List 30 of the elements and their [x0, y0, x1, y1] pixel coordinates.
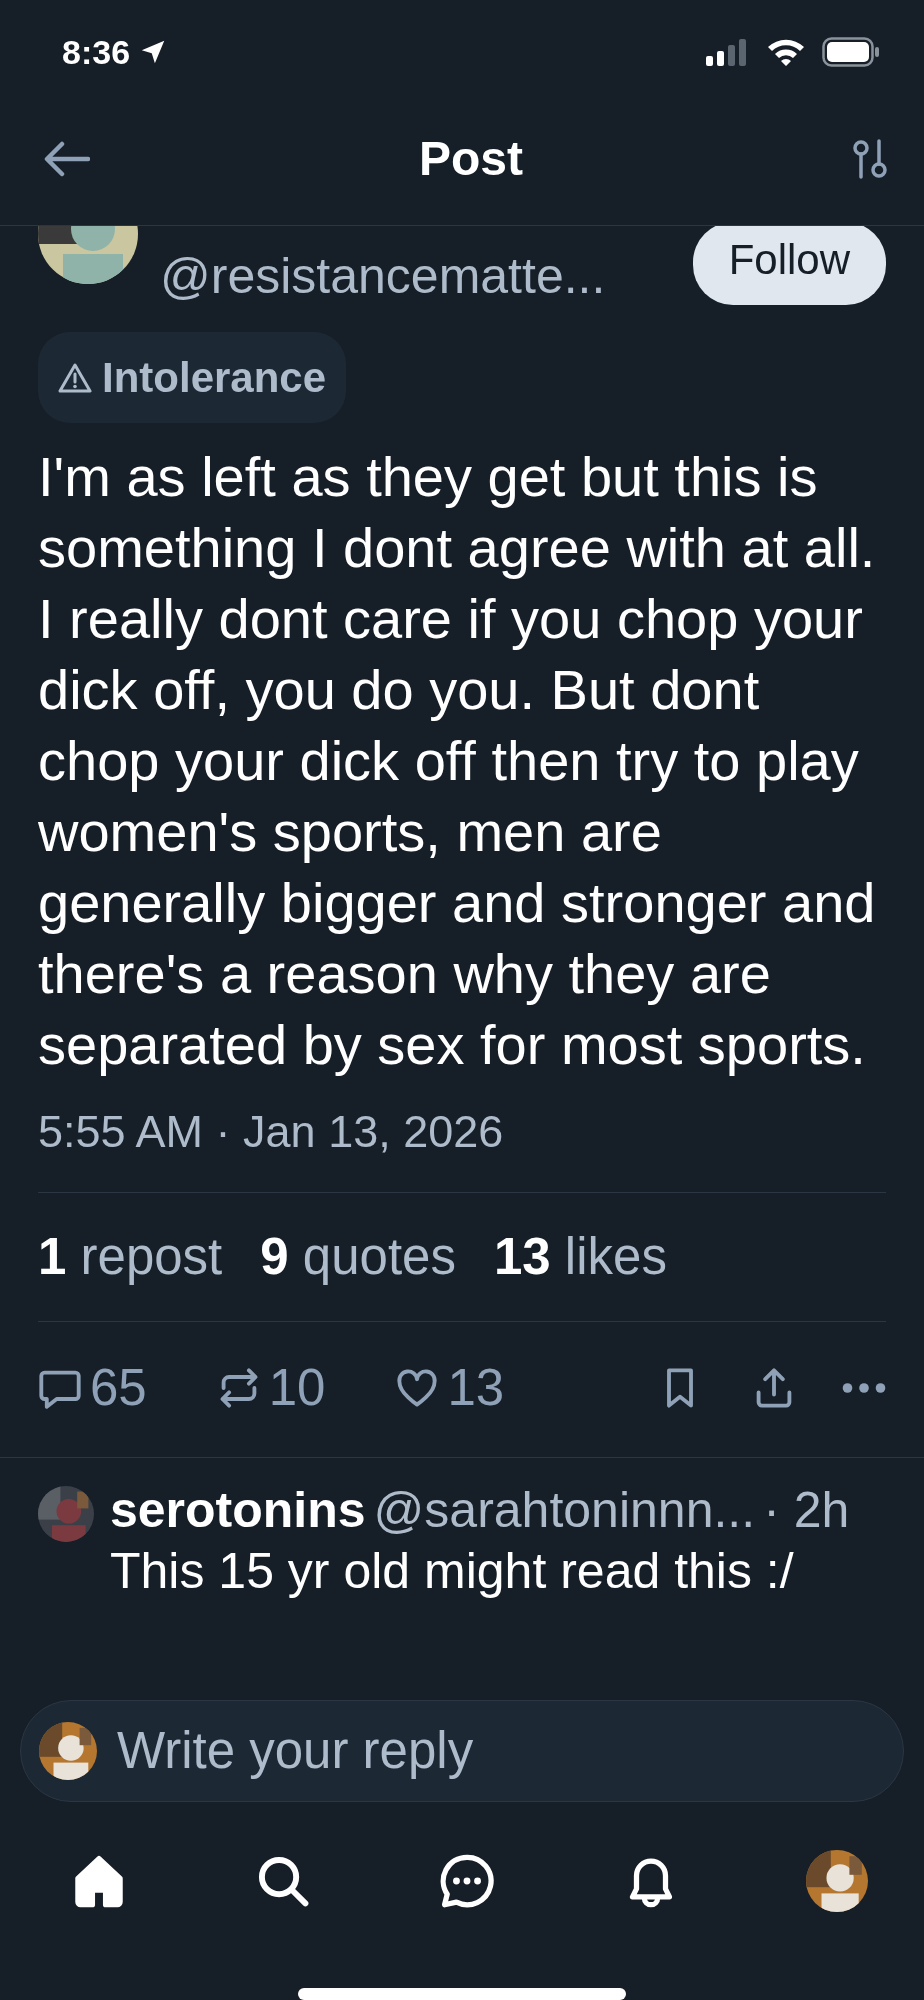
back-arrow-icon: [44, 140, 90, 177]
reply-field[interactable]: Write your reply: [20, 1700, 904, 1802]
wifi-icon: [766, 37, 806, 67]
reply-author-name: serotonins: [110, 1480, 366, 1540]
reply-author-handle: @sarahtoninnn...: [373, 1480, 756, 1540]
sliders-icon: [852, 138, 888, 179]
more-icon: [842, 1382, 886, 1395]
like-button[interactable]: 13: [395, 1350, 505, 1427]
repost-button[interactable]: 10: [216, 1350, 326, 1427]
chat-icon: [438, 1852, 496, 1910]
chat-tab[interactable]: [438, 1852, 496, 1910]
reply-text: This 15 yr old might read this :/: [110, 1541, 795, 1601]
warning-icon: [58, 362, 92, 393]
page-title: Post: [419, 130, 523, 187]
back-button[interactable]: [44, 140, 90, 177]
reply-button[interactable]: 65: [38, 1350, 147, 1427]
battery-icon: [822, 37, 880, 67]
status-time: 8:36: [62, 31, 131, 73]
post-timestamp: 5:55 AM · Jan 13, 2026: [37, 1105, 505, 1159]
stat-link[interactable]: 13 likes: [493, 1218, 667, 1295]
stat-link[interactable]: 1 repost: [38, 1218, 223, 1295]
reply-input[interactable]: Write your reply: [115, 1711, 885, 1791]
reply-time: · 2h: [763, 1480, 850, 1540]
stat-link[interactable]: 9 quotes: [260, 1218, 456, 1295]
author-handle: @resistancematte...: [160, 247, 606, 306]
settings-button[interactable]: [852, 138, 888, 179]
follow-button[interactable]: Follow: [692, 226, 886, 305]
more-button[interactable]: [842, 1382, 886, 1395]
content-warning-label[interactable]: Intolerance: [38, 332, 347, 423]
post-text: I'm as left as they get but this is something I dont agree with at all. I really dont care if you chop your dick off, you do you. But dont chop your dick off then try to play women's sports, men are generally bigger and stronger and there's a reason why they are separated by sex for most sports.: [37, 444, 877, 1078]
